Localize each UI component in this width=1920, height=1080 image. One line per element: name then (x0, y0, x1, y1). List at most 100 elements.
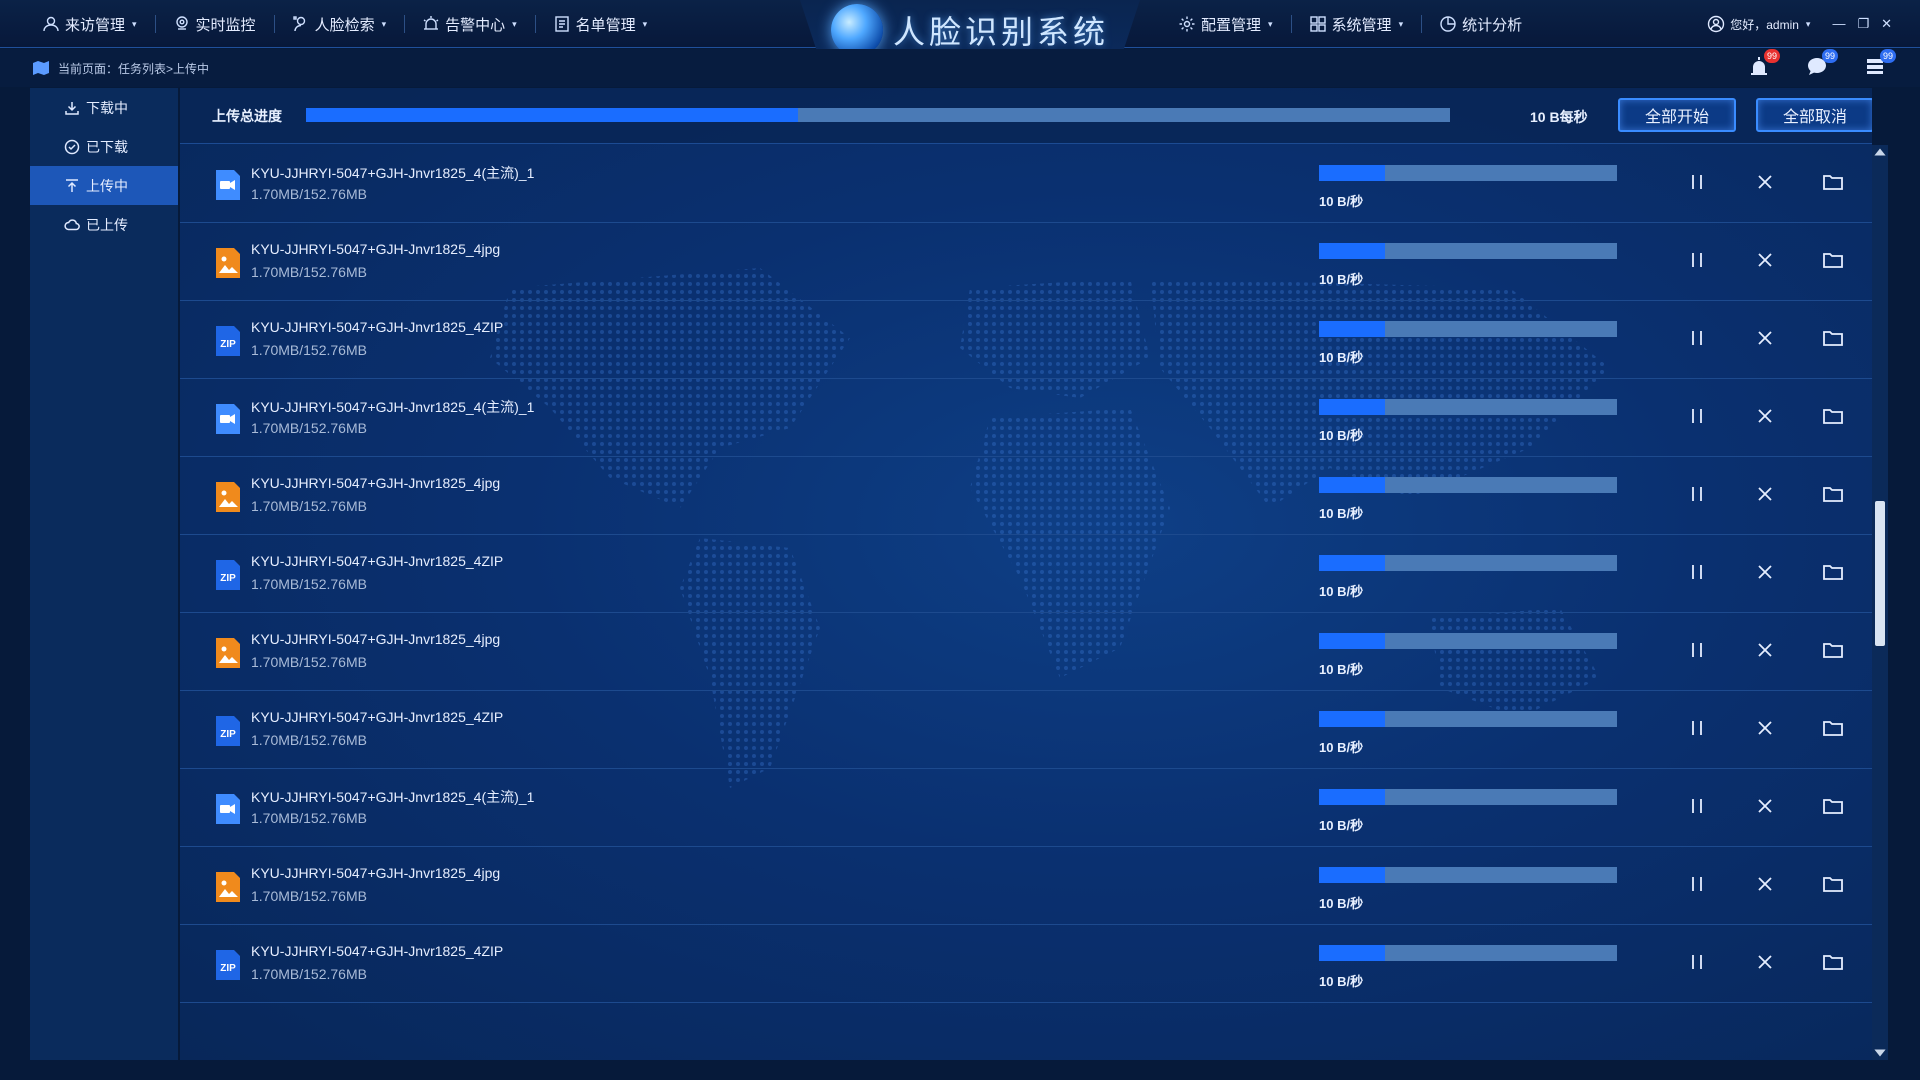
nav-list-management[interactable]: 名单管理 ▾ (534, 0, 666, 48)
upload-panel: 上传总进度 10 B每秒 全部开始 全部取消 KYU-JJHRYI-5047+G… (180, 88, 1872, 1060)
total-progress-fill (306, 108, 798, 122)
scroll-thumb[interactable] (1875, 501, 1885, 646)
file-name: KYU-JJHRYI-5047+GJH-Jnvr1825_4(主流)_1 (251, 165, 535, 181)
nav-system-management[interactable]: 系统管理 ▾ (1290, 0, 1422, 48)
chevron-down-icon: ▾ (512, 18, 517, 29)
file-progress-track (1319, 633, 1617, 649)
open-folder-button[interactable] (1822, 405, 1844, 427)
sidebar-item-downloaded[interactable]: 已下载 (30, 127, 178, 166)
cancel-upload-button[interactable] (1754, 795, 1776, 817)
file-speed: 10 B/秒 (1319, 194, 1364, 209)
open-folder-button[interactable] (1822, 327, 1844, 349)
minimize-button[interactable]: — (1832, 16, 1845, 32)
cancel-all-button[interactable]: 全部取消 (1756, 98, 1872, 132)
file-size: 1.70MB/152.76MB (251, 966, 367, 982)
file-speed: 10 B/秒 (1319, 974, 1364, 989)
cancel-upload-button[interactable] (1754, 951, 1776, 973)
file-progress-track (1319, 789, 1617, 805)
sidebar-item-uploaded[interactable]: 已上传 (30, 205, 178, 244)
file-size: 1.70MB/152.76MB (251, 888, 367, 904)
user-menu[interactable]: 您好，admin ▾ (1707, 15, 1810, 33)
scroll-up-arrow[interactable] (1874, 148, 1886, 156)
cancel-upload-button[interactable] (1754, 717, 1776, 739)
alarm-icon (423, 16, 439, 30)
nav-face-search[interactable]: 人脸检索 ▾ (273, 0, 405, 48)
close-icon (1758, 409, 1772, 423)
pause-button[interactable] (1686, 639, 1708, 661)
file-size: 1.70MB/152.76MB (251, 498, 367, 514)
file-progress-track (1319, 555, 1617, 571)
image-file-icon (214, 637, 242, 669)
open-folder-button[interactable] (1822, 639, 1844, 661)
nav-alarm-center[interactable]: 告警中心 ▾ (404, 0, 535, 48)
cancel-upload-button[interactable] (1754, 483, 1776, 505)
pause-button[interactable] (1686, 717, 1708, 739)
close-icon (1758, 175, 1772, 189)
nav-realtime-monitor[interactable]: 实时监控 (154, 0, 274, 48)
nav-config-management[interactable]: 配置管理 ▾ (1160, 0, 1291, 48)
pause-button[interactable] (1686, 405, 1708, 427)
cancel-upload-button[interactable] (1754, 171, 1776, 193)
cancel-upload-button[interactable] (1754, 873, 1776, 895)
sidebar-item-downloading[interactable]: 下载中 (30, 88, 178, 127)
nav-visitor-management[interactable]: 来访管理 ▾ (24, 0, 155, 48)
file-progress-fill (1319, 165, 1385, 181)
file-progress-track (1319, 243, 1617, 259)
file-size: 1.70MB/152.76MB (251, 654, 367, 670)
pause-button[interactable] (1686, 561, 1708, 583)
open-folder-button[interactable] (1822, 249, 1844, 271)
table-row: ZIP KYU-JJHRYI-5047+GJH-Jnvr1825_4ZIP 1.70… (180, 925, 1872, 1003)
nav-statistics[interactable]: 统计分析 (1421, 0, 1540, 48)
restore-button[interactable]: ❐ (1857, 16, 1869, 32)
file-size: 1.70MB/152.76MB (251, 810, 367, 826)
alarm-notify-button[interactable]: 99 (1748, 49, 1780, 81)
open-folder-button[interactable] (1822, 483, 1844, 505)
pause-button[interactable] (1686, 795, 1708, 817)
list-scrollbar[interactable] (1872, 145, 1888, 1060)
cancel-upload-button[interactable] (1754, 249, 1776, 271)
close-window-button[interactable]: ✕ (1881, 16, 1892, 32)
close-icon (1758, 331, 1772, 345)
start-all-button[interactable]: 全部开始 (1618, 98, 1736, 132)
pause-icon (1692, 877, 1702, 891)
open-folder-button[interactable] (1822, 795, 1844, 817)
cancel-upload-button[interactable] (1754, 327, 1776, 349)
cancel-upload-button[interactable] (1754, 561, 1776, 583)
file-progress-track (1319, 945, 1617, 961)
file-name: KYU-JJHRYI-5047+GJH-Jnvr1825_4ZIP (251, 319, 504, 335)
svg-text:ZIP: ZIP (220, 573, 236, 584)
file-size: 1.70MB/152.76MB (251, 342, 367, 358)
nav-label: 名单管理 (575, 16, 636, 34)
pause-button[interactable] (1686, 873, 1708, 895)
file-progress-fill (1319, 321, 1385, 337)
image-file-icon (214, 871, 242, 903)
close-icon (1758, 253, 1772, 267)
pause-button[interactable] (1686, 483, 1708, 505)
pause-icon (1692, 175, 1702, 189)
pause-button[interactable] (1686, 249, 1708, 271)
file-speed: 10 B/秒 (1319, 662, 1364, 677)
file-progress-fill (1319, 243, 1385, 259)
open-folder-button[interactable] (1822, 951, 1844, 973)
file-progress-fill (1319, 555, 1385, 571)
open-folder-button[interactable] (1822, 873, 1844, 895)
nav-label: 告警中心 (445, 16, 506, 34)
cancel-upload-button[interactable] (1754, 639, 1776, 661)
pause-button[interactable] (1686, 327, 1708, 349)
cancel-upload-button[interactable] (1754, 405, 1776, 427)
open-folder-button[interactable] (1822, 561, 1844, 583)
pause-button[interactable] (1686, 171, 1708, 193)
sidebar-item-uploading[interactable]: 上传中 (30, 166, 178, 205)
open-folder-button[interactable] (1822, 171, 1844, 193)
pause-icon (1692, 409, 1702, 423)
list-icon (554, 16, 569, 32)
total-progress-label: 上传总进度 (212, 108, 282, 124)
folder-icon (1823, 721, 1843, 736)
scroll-down-arrow[interactable] (1874, 1049, 1886, 1057)
pause-button[interactable] (1686, 951, 1708, 973)
file-progress-fill (1319, 633, 1385, 649)
close-icon (1758, 955, 1772, 969)
open-folder-button[interactable] (1822, 717, 1844, 739)
task-button[interactable]: 99 (1864, 49, 1896, 81)
message-button[interactable]: 99 (1806, 49, 1838, 81)
